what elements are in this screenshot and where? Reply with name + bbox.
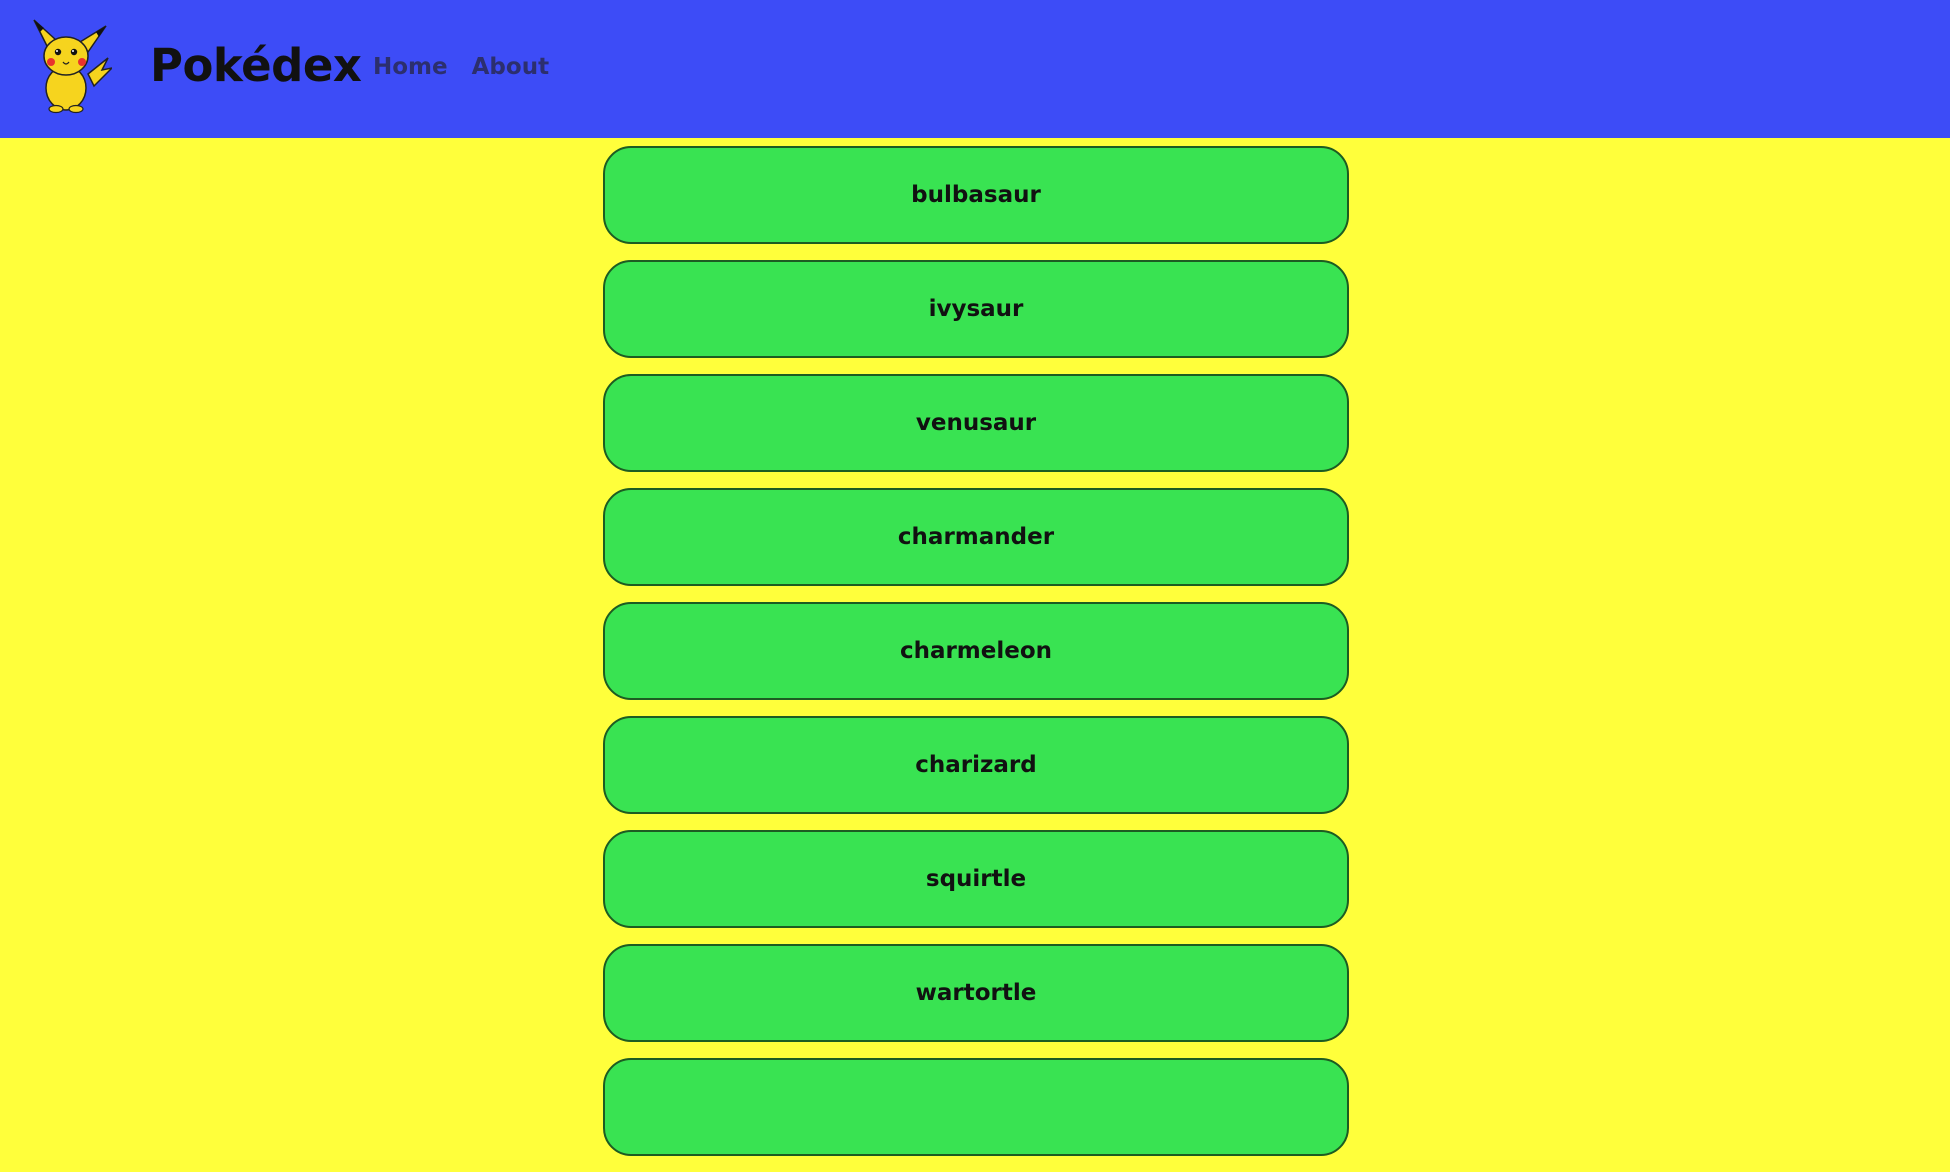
pokemon-card-squirtle[interactable]: squirtle — [603, 830, 1349, 928]
pokemon-card-partial[interactable] — [603, 1058, 1349, 1156]
nav-link-about[interactable]: About — [472, 50, 549, 84]
site-title[interactable]: Pokédex — [150, 38, 362, 94]
pokemon-card-charmeleon[interactable]: charmeleon — [603, 602, 1349, 700]
pokemon-card-ivysaur[interactable]: ivysaur — [603, 260, 1349, 358]
site-header: Pokédex Home About — [0, 0, 1950, 138]
pokemon-card-charizard[interactable]: charizard — [603, 716, 1349, 814]
main-nav: Home About — [373, 50, 549, 84]
nav-link-home[interactable]: Home — [373, 50, 448, 84]
pikachu-logo-icon[interactable] — [28, 18, 112, 114]
pokemon-card-wartortle[interactable]: wartortle — [603, 944, 1349, 1042]
pokemon-card-charmander[interactable]: charmander — [603, 488, 1349, 586]
pokemon-list: bulbasaur ivysaur venusaur charmander ch… — [603, 146, 1349, 1172]
pokemon-card-bulbasaur[interactable]: bulbasaur — [603, 146, 1349, 244]
pokemon-card-venusaur[interactable]: venusaur — [603, 374, 1349, 472]
